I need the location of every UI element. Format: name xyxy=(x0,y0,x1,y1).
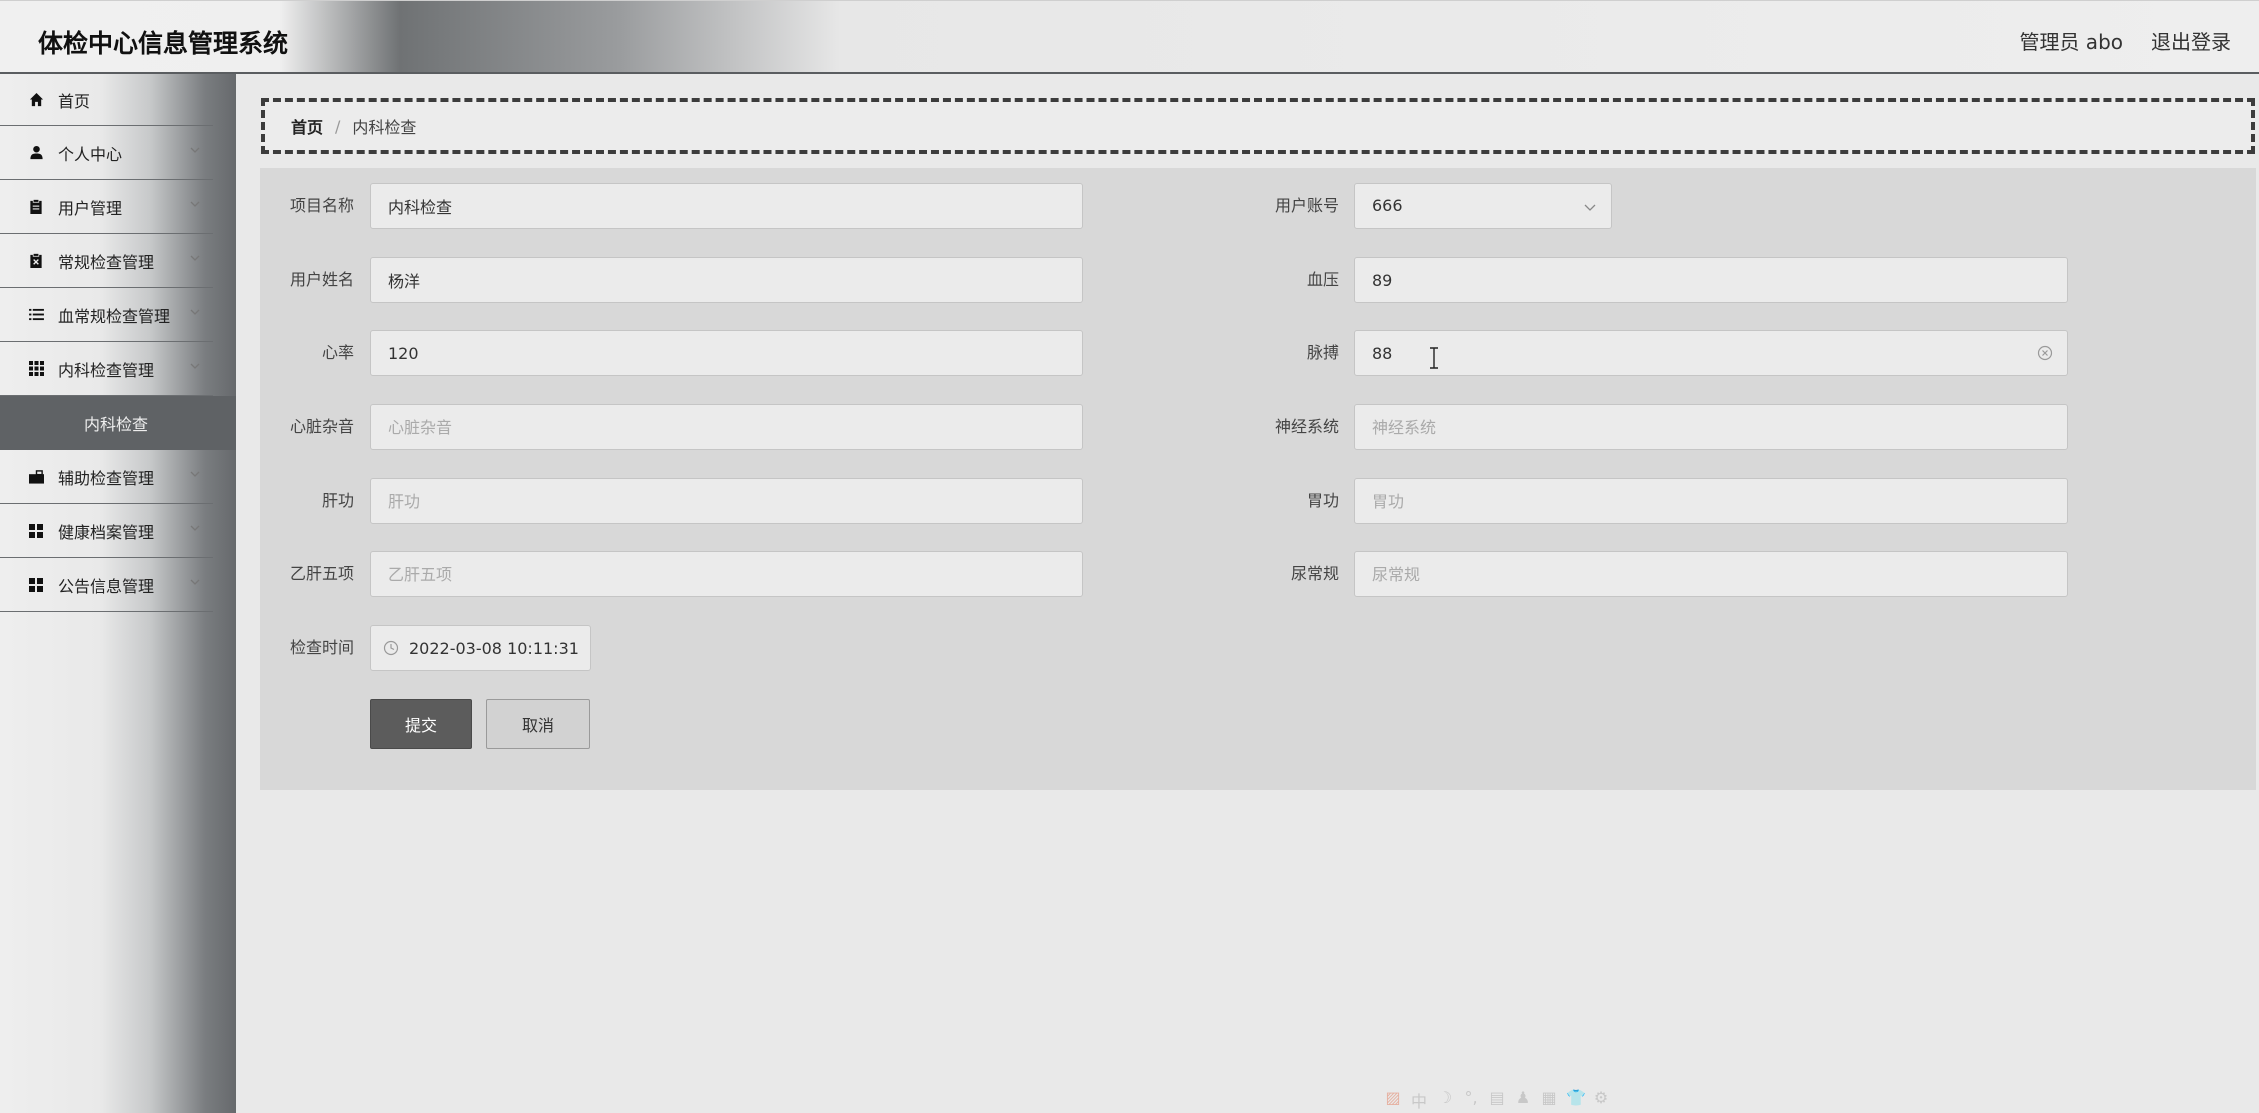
sidebar-item-label: 首页 xyxy=(58,91,91,111)
sidebar-item-label: 内科检查管理 xyxy=(58,360,155,380)
sidebar-item-blood-routine[interactable]: 血常规检查管理 xyxy=(0,288,213,342)
sidebar-item-health-records[interactable]: 健康档案管理 xyxy=(0,504,213,558)
user-name-label: 用户姓名 xyxy=(289,270,354,289)
user-account-value: 666 xyxy=(1372,196,1403,215)
ime-user-icon[interactable]: ♟ xyxy=(1514,1088,1532,1112)
list-icon xyxy=(28,307,44,323)
check-time-picker[interactable]: 2022-03-08 10:11:31 xyxy=(370,625,591,671)
grid-icon xyxy=(28,361,44,377)
sidebar-item-auxiliary-check[interactable]: 辅助检查管理 xyxy=(0,450,213,504)
sidebar-menu: 首页 个人中心 用户管理 常规检查管理 血常规检查管理 内科检查管理 xyxy=(0,74,213,396)
sidebar-item-home[interactable]: 首页 xyxy=(0,74,213,126)
sidebar-item-routine-check[interactable]: 常规检查管理 xyxy=(0,234,213,288)
nervous-system-input[interactable] xyxy=(1354,404,2068,450)
header-user-area: 管理员 abo 退出登录 xyxy=(2019,26,2231,55)
sidebar-item-user-management[interactable]: 用户管理 xyxy=(0,180,213,234)
stomach-function-input[interactable] xyxy=(1354,478,2068,524)
clock-icon xyxy=(383,640,399,656)
check-time-label: 检查时间 xyxy=(289,638,354,657)
chevron-down-icon xyxy=(1584,204,1596,211)
check-time-value: 2022-03-08 10:11:31 xyxy=(409,638,579,658)
logout-link[interactable]: 退出登录 xyxy=(2151,26,2231,55)
pulse-label: 脉搏 xyxy=(1306,343,1339,362)
ime-punct-icon[interactable]: °, xyxy=(1462,1088,1480,1112)
ime-mode-icon[interactable]: 中 xyxy=(1410,1088,1428,1112)
heart-murmur-input[interactable] xyxy=(370,404,1083,450)
ime-grid-icon[interactable]: ▦ xyxy=(1540,1088,1558,1112)
heart-rate-label: 心率 xyxy=(321,343,354,362)
sidebar-item-internal-medicine[interactable]: 内科检查管理 xyxy=(0,342,213,396)
chevron-down-icon xyxy=(190,255,200,261)
user-name-input[interactable] xyxy=(370,257,1083,303)
sidebar-item-label: 用户管理 xyxy=(58,198,123,218)
sidebar-item-label: 血常规检查管理 xyxy=(58,306,171,326)
user-icon xyxy=(28,145,44,161)
sidebar-subitem-internal-check[interactable]: 内科检查 xyxy=(0,396,236,450)
ime-settings-icon[interactable]: ⚙ xyxy=(1592,1088,1610,1112)
sidebar-item-label: 个人中心 xyxy=(58,144,123,164)
liver-function-input[interactable] xyxy=(370,478,1083,524)
breadcrumb-home[interactable]: 首页 xyxy=(291,114,323,138)
ime-moon-icon[interactable]: ☽ xyxy=(1436,1088,1454,1112)
sidebar: 首页 个人中心 用户管理 常规检查管理 血常规检查管理 内科检查管理 内科检查 … xyxy=(0,74,236,1113)
ime-toolbar: ▨ 中 ☽ °, ▤ ♟ ▦ 👕 ⚙ xyxy=(1384,1088,1610,1112)
chevron-down-icon xyxy=(190,525,200,531)
breadcrumb: 首页 / 内科检查 xyxy=(261,98,2255,154)
exam-form: 项目名称 用户账号 666 用户姓名 血压 心率 脉搏 心脏杂音 神经系统 肝功… xyxy=(260,168,2256,790)
apps-icon xyxy=(28,577,44,593)
breadcrumb-current: 内科检查 xyxy=(352,118,417,137)
stomach-function-label: 胃功 xyxy=(1306,491,1339,510)
project-name-label: 项目名称 xyxy=(289,196,354,215)
sidebar-item-label: 辅助检查管理 xyxy=(58,468,155,488)
sidebar-menu-lower: 辅助检查管理 健康档案管理 公告信息管理 xyxy=(0,450,213,612)
top-header: 体检中心信息管理系统 管理员 abo 退出登录 xyxy=(0,0,2259,74)
urine-routine-label: 尿常规 xyxy=(1290,564,1339,583)
user-account-select[interactable]: 666 xyxy=(1354,183,1612,229)
sidebar-item-announcements[interactable]: 公告信息管理 xyxy=(0,558,213,612)
cancel-button[interactable]: 取消 xyxy=(486,699,590,749)
user-account-label: 用户账号 xyxy=(1274,196,1339,215)
clipboard-icon xyxy=(28,199,44,215)
hepatitis-b-input[interactable] xyxy=(370,551,1083,597)
chevron-down-icon xyxy=(190,147,200,153)
chevron-down-icon xyxy=(190,579,200,585)
sidebar-item-label: 常规检查管理 xyxy=(58,252,155,272)
heart-murmur-label: 心脏杂音 xyxy=(289,417,354,436)
blood-pressure-label: 血压 xyxy=(1306,270,1339,289)
submit-button[interactable]: 提交 xyxy=(370,699,472,749)
urine-routine-input[interactable] xyxy=(1354,551,2068,597)
chevron-down-icon xyxy=(190,201,200,207)
ime-logo-icon[interactable]: ▨ xyxy=(1384,1088,1402,1112)
chevron-down-icon xyxy=(190,471,200,477)
heart-rate-input[interactable] xyxy=(370,330,1083,376)
home-icon xyxy=(28,92,44,108)
briefcase-icon xyxy=(28,469,44,485)
ime-skin-icon[interactable]: 👕 xyxy=(1566,1088,1586,1112)
liver-function-label: 肝功 xyxy=(321,491,354,510)
project-name-input[interactable] xyxy=(370,183,1083,229)
hepatitis-b-label: 乙肝五项 xyxy=(289,564,354,583)
clear-icon[interactable] xyxy=(2037,345,2053,361)
blood-pressure-input[interactable] xyxy=(1354,257,2068,303)
chevron-down-icon xyxy=(190,309,200,315)
chevron-down-icon xyxy=(190,363,200,369)
clipboard-x-icon xyxy=(28,253,44,269)
app-title: 体检中心信息管理系统 xyxy=(38,29,289,58)
nervous-system-label: 神经系统 xyxy=(1274,417,1339,436)
ime-keyboard-icon[interactable]: ▤ xyxy=(1488,1088,1506,1112)
sidebar-item-personal-center[interactable]: 个人中心 xyxy=(0,126,213,180)
sidebar-item-label: 公告信息管理 xyxy=(58,576,155,596)
pulse-input[interactable] xyxy=(1354,330,2068,376)
text-cursor-icon xyxy=(1430,347,1438,369)
apps-icon xyxy=(28,523,44,539)
sidebar-item-label: 健康档案管理 xyxy=(58,522,155,542)
breadcrumb-separator: / xyxy=(335,116,341,136)
user-label: 管理员 abo xyxy=(2019,30,2123,54)
